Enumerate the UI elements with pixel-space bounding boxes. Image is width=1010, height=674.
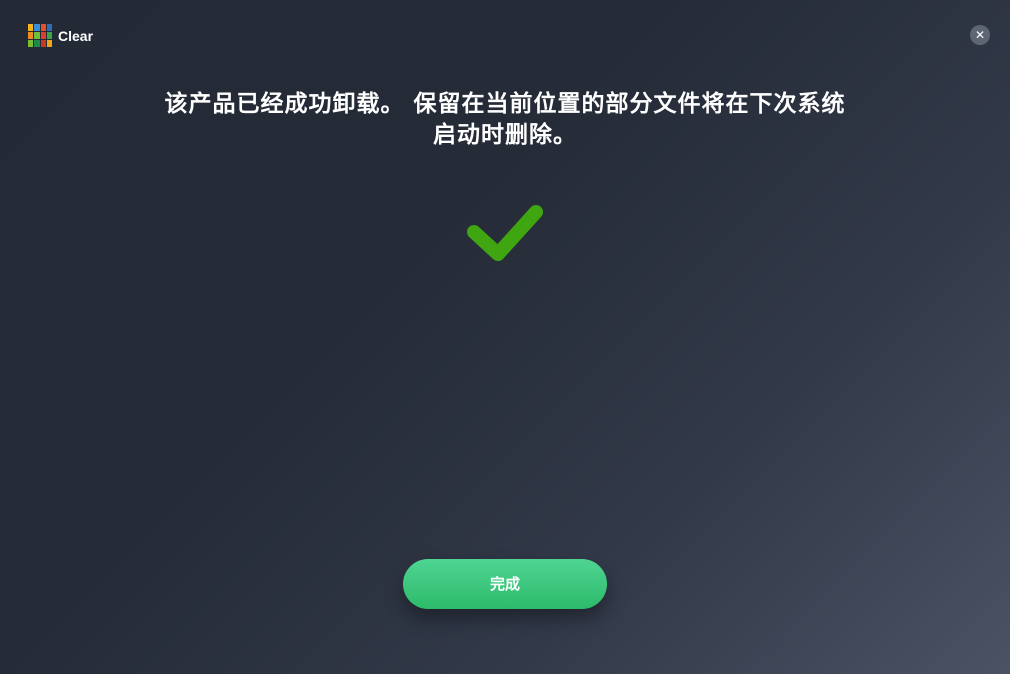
message-line-2: 启动时删除。 xyxy=(433,121,577,148)
logo-tile xyxy=(28,24,34,31)
logo-tile xyxy=(28,40,34,47)
app-logo xyxy=(28,24,52,47)
logo-tile xyxy=(46,32,52,39)
logo-tile xyxy=(34,40,40,47)
uninstall-success-message: 该产品已经成功卸载。 保留在当前位置的部分文件将在下次系统 启动时删除。 xyxy=(100,88,910,150)
message-line-1: 该产品已经成功卸载。 保留在当前位置的部分文件将在下次系统 xyxy=(164,90,846,117)
logo-tile xyxy=(40,40,46,47)
app-title: Clear xyxy=(58,28,94,44)
logo-tile xyxy=(40,24,46,31)
logo-tile xyxy=(46,40,52,47)
logo-tile xyxy=(40,32,46,39)
logo-tile xyxy=(34,32,40,39)
checkmark-icon xyxy=(467,205,543,261)
logo-tile xyxy=(34,24,40,31)
logo-tile xyxy=(28,32,34,39)
done-button[interactable]: 完成 xyxy=(403,559,607,609)
close-icon: ✕ xyxy=(974,28,986,42)
logo-tile xyxy=(46,24,52,31)
close-button[interactable]: ✕ xyxy=(970,25,990,45)
